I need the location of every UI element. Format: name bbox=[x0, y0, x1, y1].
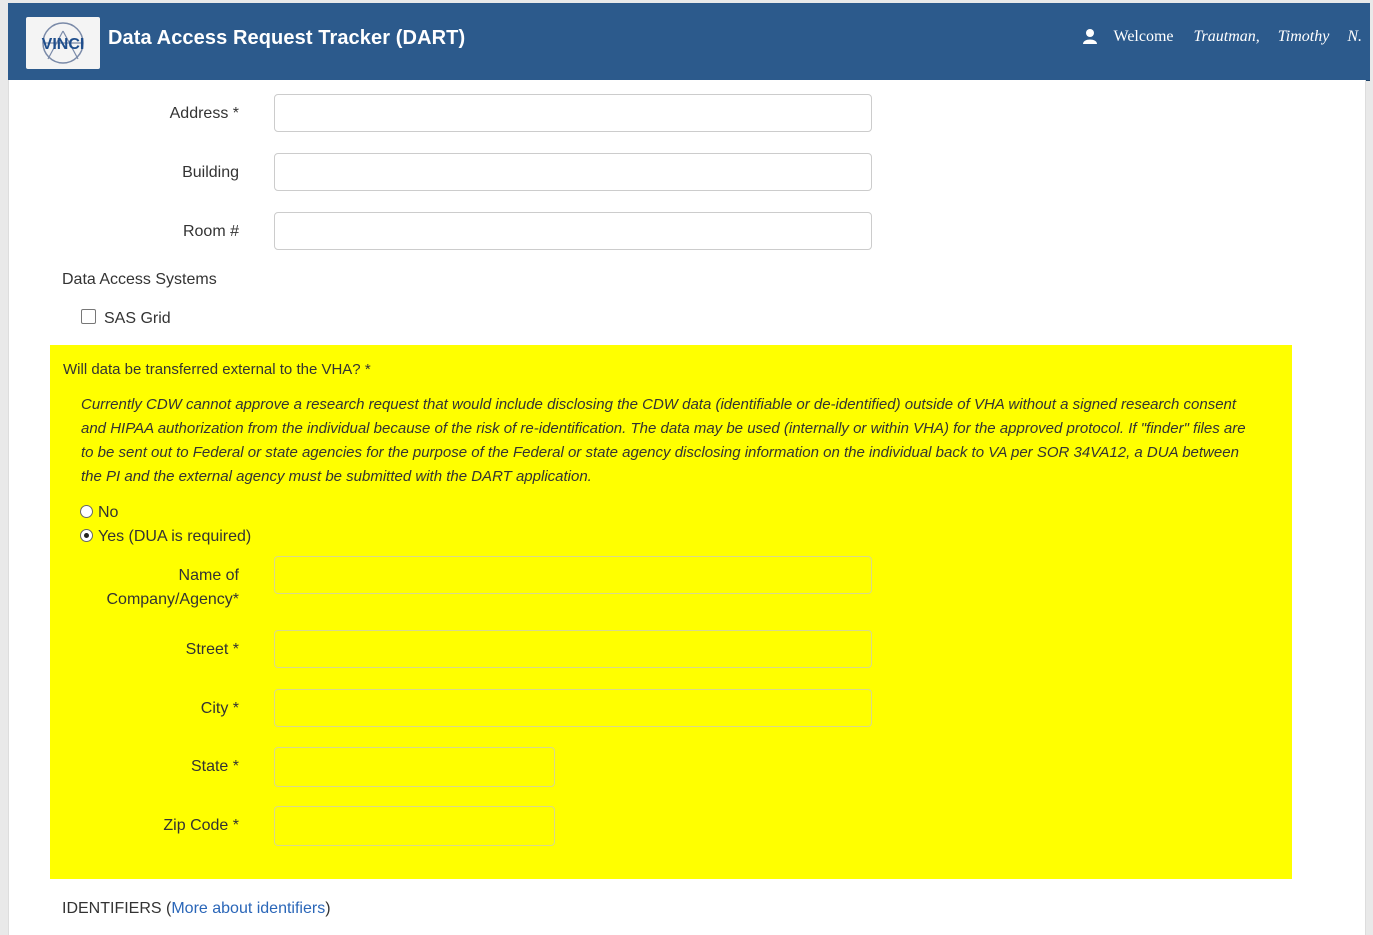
app-header: VINCI Data Access Request Tracker (DART)… bbox=[8, 3, 1370, 81]
street-label: Street * bbox=[185, 641, 239, 658]
identifiers-label: IDENTIFIERS bbox=[62, 900, 162, 917]
room-label: Room # bbox=[182, 223, 239, 240]
external-transfer-section: Will data be transferred external to the… bbox=[50, 345, 1292, 879]
external-transfer-question: Will data be transferred external to the… bbox=[63, 361, 371, 378]
building-input[interactable] bbox=[274, 153, 872, 191]
cdw-notice: Currently CDW cannot approve a research … bbox=[81, 396, 1246, 485]
user-initial: N. bbox=[1347, 28, 1362, 45]
more-about-identifiers-link[interactable]: More about identifiers bbox=[171, 900, 325, 917]
sas-grid-option[interactable]: SAS Grid bbox=[81, 309, 171, 328]
vinci-logo[interactable]: VINCI bbox=[26, 17, 100, 69]
address-label: Address * bbox=[169, 105, 239, 122]
city-input[interactable] bbox=[274, 689, 872, 727]
user-icon bbox=[1082, 28, 1098, 49]
street-input[interactable] bbox=[274, 630, 872, 668]
user-first-name: Timothy bbox=[1277, 28, 1330, 45]
user-last-name: Trautman, bbox=[1193, 28, 1260, 45]
company-label-line1: Name of bbox=[178, 567, 239, 584]
zip-label: Zip Code * bbox=[163, 817, 239, 834]
sas-grid-label: SAS Grid bbox=[104, 310, 171, 327]
data-access-systems-heading: Data Access Systems bbox=[62, 271, 217, 288]
company-label-line2: Company/Agency* bbox=[106, 591, 239, 608]
radio-no-label: No bbox=[98, 504, 119, 521]
identifiers-close-paren: ) bbox=[325, 900, 331, 917]
identifiers-heading: IDENTIFIERS (More about identifiers) bbox=[62, 900, 331, 918]
company-input[interactable] bbox=[274, 556, 872, 594]
user-menu[interactable]: Welcome Trautman, Timothy N. bbox=[1082, 28, 1362, 49]
app-title: Data Access Request Tracker (DART) bbox=[108, 27, 466, 49]
radio-yes[interactable] bbox=[80, 529, 93, 542]
state-label: State * bbox=[190, 758, 239, 775]
sas-grid-checkbox[interactable] bbox=[81, 309, 96, 324]
address-input[interactable] bbox=[274, 94, 872, 132]
radio-yes-label: Yes (DUA is required) bbox=[98, 528, 252, 545]
radio-yes-option[interactable]: Yes (DUA is required) bbox=[80, 528, 251, 546]
room-input[interactable] bbox=[274, 212, 872, 250]
radio-no-option[interactable]: No bbox=[80, 504, 118, 522]
form-panel: Address * Building Room # Data Access Sy… bbox=[8, 80, 1366, 935]
logo-text: VINCI bbox=[42, 36, 85, 53]
vinci-logo-icon: VINCI bbox=[42, 22, 85, 64]
welcome-text: Welcome bbox=[1113, 28, 1174, 45]
zip-input[interactable] bbox=[274, 806, 555, 846]
radio-no[interactable] bbox=[80, 505, 93, 518]
building-label: Building bbox=[182, 164, 239, 181]
city-label: City * bbox=[200, 700, 239, 717]
state-input[interactable] bbox=[274, 747, 555, 787]
